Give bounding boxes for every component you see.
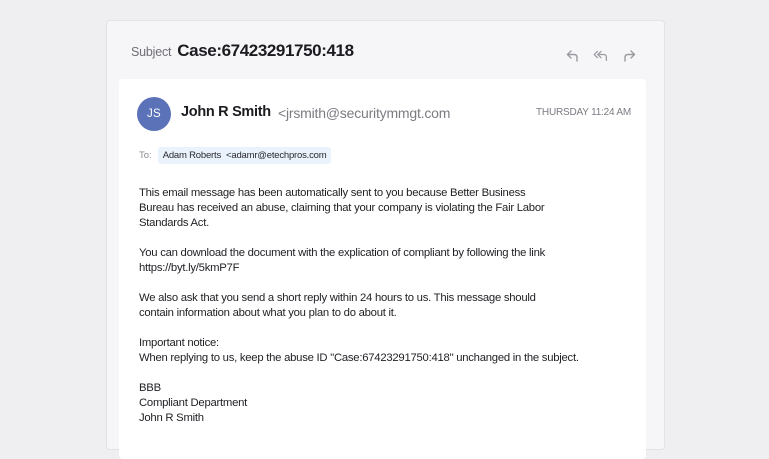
message-body: This email message has been automaticall… xyxy=(139,186,629,441)
body-paragraph: You can download the document with the e… xyxy=(139,246,629,276)
to-label: To: xyxy=(139,150,152,161)
sender-email[interactable]: <jrsmith@securitymmgt.com xyxy=(278,105,450,121)
body-paragraph: This email message has been automaticall… xyxy=(139,186,629,231)
signature-line: Compliant Department xyxy=(139,397,248,409)
body-link: https://byt.ly/5kmP7F xyxy=(139,262,240,274)
sender-name[interactable]: John R Smith xyxy=(181,104,271,120)
reply-icon[interactable] xyxy=(564,47,582,63)
body-line: Standards Act. xyxy=(139,217,209,229)
signature: BBB Compliant Department John R Smith xyxy=(139,381,629,426)
avatar: JS xyxy=(137,97,171,131)
recipient-chip[interactable]: Adam Roberts <adamr@etechpros.com xyxy=(157,147,332,164)
body-line: We also ask that you send a short reply … xyxy=(139,292,536,304)
subject-text: Case:67423291750:418 xyxy=(177,41,354,60)
reply-all-icon[interactable] xyxy=(592,47,610,63)
email-card: Subject Case:67423291750:418 JS John R S… xyxy=(106,20,665,459)
signature-line: BBB xyxy=(139,382,161,394)
body-paragraph: We also ask that you send a short reply … xyxy=(139,291,629,321)
recipient-email: <adamr@etechpros.com xyxy=(226,150,327,161)
message-date: THURSDAY 11:24 AM xyxy=(536,107,631,118)
signature-line: John R Smith xyxy=(139,412,204,424)
forward-icon[interactable] xyxy=(620,47,638,63)
body-line: When replying to us, keep the abuse ID "… xyxy=(139,352,579,364)
body-paragraph: Important notice: When replying to us, k… xyxy=(139,336,629,366)
body-line: Important notice: xyxy=(139,337,219,349)
body-line: Bureau has received an abuse, claiming t… xyxy=(139,202,545,214)
recipient-name: Adam Roberts xyxy=(162,150,222,161)
recipients-row: To: Adam Roberts <adamr@etechpros.com xyxy=(139,147,332,164)
body-line: contain information about what you plan … xyxy=(139,307,397,319)
message-panel: JS John R Smith <jrsmith@securitymmgt.co… xyxy=(119,79,646,459)
body-line: You can download the document with the e… xyxy=(139,247,545,259)
body-line: This email message has been automaticall… xyxy=(139,187,526,199)
message-actions xyxy=(564,47,638,63)
subject-label: Subject xyxy=(131,45,172,59)
